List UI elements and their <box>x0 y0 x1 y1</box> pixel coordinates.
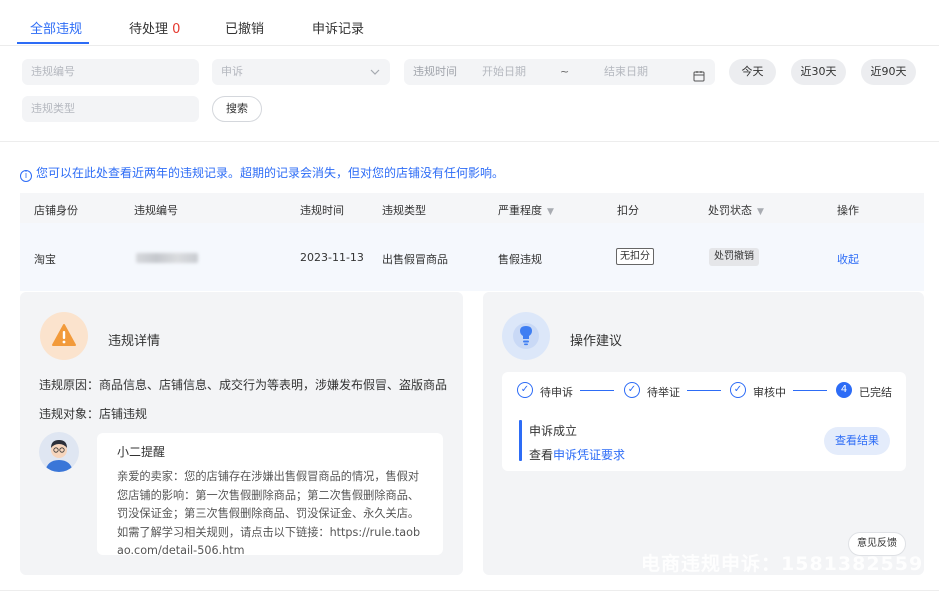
tab-bar: 全部违规 待处理 0 已撤销 申诉记录 <box>0 0 939 46</box>
col-points: 扣分 <box>617 204 639 217</box>
redacted-violation-id <box>136 253 198 263</box>
status-badge: 处罚撤销 <box>709 248 759 266</box>
appeal-select-value: 申诉 <box>221 65 243 78</box>
result-title: 申诉成立 <box>529 424 578 438</box>
table-header: 店铺身份 违规编号 违规时间 违规类型 严重程度 ▼ 扣分 处罚状态 ▼ 操作 <box>20 193 924 223</box>
lightbulb-icon <box>502 312 550 360</box>
reason-label: 违规原因： <box>39 378 100 392</box>
tab-all-violations[interactable]: 全部违规 <box>30 18 82 37</box>
evidence-requirements-link[interactable]: 申诉凭证要求 <box>553 448 625 462</box>
info-icon: i <box>20 170 32 182</box>
violation-id-placeholder: 违规编号 <box>31 65 75 78</box>
col-severity[interactable]: 严重程度 ▼ <box>498 202 554 218</box>
table-row: 淘宝 2023-11-13 出售假冒商品 售假违规 无扣分 处罚撤销 收起 <box>20 223 924 291</box>
col-violation-id: 违规编号 <box>134 204 178 217</box>
date-range-separator: ~ <box>560 65 570 78</box>
step-label: 审核中 <box>753 386 786 399</box>
violation-detail-panel: 违规详情 违规原因：商品信息、店铺信息、成交行为等表明，涉嫌发布假冒、盗版商品 … <box>20 292 463 575</box>
violation-target: 违规对象：店铺违规 <box>39 405 147 422</box>
calendar-icon[interactable] <box>693 66 705 92</box>
tab-pending-label: 待处理 <box>129 22 169 37</box>
notice-text: 您可以在此处查看近两年的违规记录。超期的记录会消失，但对您的店铺没有任何影响。 <box>36 166 505 180</box>
violation-reason: 违规原因：商品信息、店铺信息、成交行为等表明，涉嫌发布假冒、盗版商品 <box>39 376 447 393</box>
pending-count-badge: 0 <box>172 22 181 37</box>
result-subtitle: 查看申诉凭证要求 <box>529 446 625 463</box>
violation-id-input[interactable]: 违规编号 <box>22 59 199 85</box>
step-label: 已完结 <box>859 386 892 399</box>
col-action: 操作 <box>837 204 859 217</box>
end-date-input[interactable]: 结束日期 <box>604 59 648 85</box>
step-connector <box>687 390 721 391</box>
step-label: 待申诉 <box>540 386 573 399</box>
col-status[interactable]: 处罚状态 ▼ <box>708 202 764 218</box>
step-label: 待举证 <box>647 386 680 399</box>
tip-title: 小二提醒 <box>117 445 166 459</box>
col-shop: 店铺身份 <box>34 204 78 217</box>
watermark-text: 电商违规申诉：15813825595 <box>641 553 938 575</box>
violation-type-placeholder: 违规类型 <box>31 102 75 115</box>
avatar <box>39 432 79 472</box>
filter-icon[interactable]: ▼ <box>757 207 764 217</box>
collapse-link[interactable]: 收起 <box>837 251 859 267</box>
filter-divider <box>0 141 939 142</box>
chevron-down-icon <box>370 59 380 95</box>
appeal-select[interactable]: 申诉 <box>212 59 390 85</box>
target-label: 违规对象： <box>39 407 100 421</box>
cell-type: 出售假冒商品 <box>382 253 448 266</box>
step-connector <box>793 390 827 391</box>
tip-text: 亲爱的卖家：您的店铺存在涉嫌出售假冒商品的情况，售假对您店铺的影响：第一次售假删… <box>117 470 421 557</box>
view-result-button[interactable]: 查看结果 <box>824 427 890 455</box>
col-severity-label: 严重程度 <box>498 204 542 217</box>
result-prefix: 查看 <box>529 448 554 462</box>
history-notice: i 您可以在此处查看近两年的违规记录。超期的记录会消失，但对您的店铺没有任何影响。 <box>20 164 504 182</box>
result-accent-bar <box>519 420 522 461</box>
detail-title: 违规详情 <box>108 334 161 349</box>
col-status-label: 处罚状态 <box>708 204 752 217</box>
quick-today-button[interactable]: 今天 <box>729 59 776 85</box>
cell-severity: 售假违规 <box>498 253 542 266</box>
step-connector <box>580 390 614 391</box>
tip-bubble: 小二提醒 亲爱的卖家：您的店铺存在涉嫌出售假冒商品的情况，售假对您店铺的影响：第… <box>97 433 443 557</box>
violation-type-input[interactable]: 违规类型 <box>22 96 199 122</box>
step-done-check-icon: ✓ <box>624 382 640 398</box>
search-button[interactable]: 搜索 <box>212 96 262 122</box>
target-value: 店铺违规 <box>99 407 148 421</box>
violation-time-range[interactable]: 违规时间 开始日期 ~ 结束日期 <box>404 59 715 85</box>
reason-value: 商品信息、店铺信息、成交行为等表明，涉嫌发布假冒、盗版商品 <box>99 378 448 392</box>
tab-revoked[interactable]: 已撤销 <box>225 18 264 37</box>
cell-time: 2023-11-13 <box>300 251 364 264</box>
quick-90-days-button[interactable]: 近90天 <box>861 59 916 85</box>
bottom-divider <box>0 590 939 591</box>
filter-icon[interactable]: ▼ <box>547 207 554 217</box>
quick-30-days-button[interactable]: 近30天 <box>791 59 846 85</box>
col-time: 违规时间 <box>300 204 344 217</box>
step-done-check-icon: ✓ <box>730 382 746 398</box>
col-type: 违规类型 <box>382 204 426 217</box>
tab-pending[interactable]: 待处理 0 <box>129 18 180 37</box>
violation-time-label: 违规时间 <box>413 65 457 78</box>
warning-icon <box>40 312 88 360</box>
tab-appeal-records[interactable]: 申诉记录 <box>312 18 364 37</box>
active-tab-indicator <box>17 42 89 44</box>
operation-advice-panel: 操作建议 ✓ 待申诉 ✓ 待举证 ✓ 审核中 4 已完结 申诉成立 查看申诉凭证… <box>483 292 924 575</box>
advice-title: 操作建议 <box>570 334 623 349</box>
step-done-check-icon: ✓ <box>517 382 533 398</box>
appeal-progress-card: ✓ 待申诉 ✓ 待举证 ✓ 审核中 4 已完结 申诉成立 查看申诉凭证要求 查看… <box>502 372 906 471</box>
cell-shop: 淘宝 <box>34 253 56 266</box>
start-date-input[interactable]: 开始日期 <box>482 59 526 85</box>
current-step-number: 4 <box>836 382 852 398</box>
points-badge: 无扣分 <box>616 248 654 265</box>
